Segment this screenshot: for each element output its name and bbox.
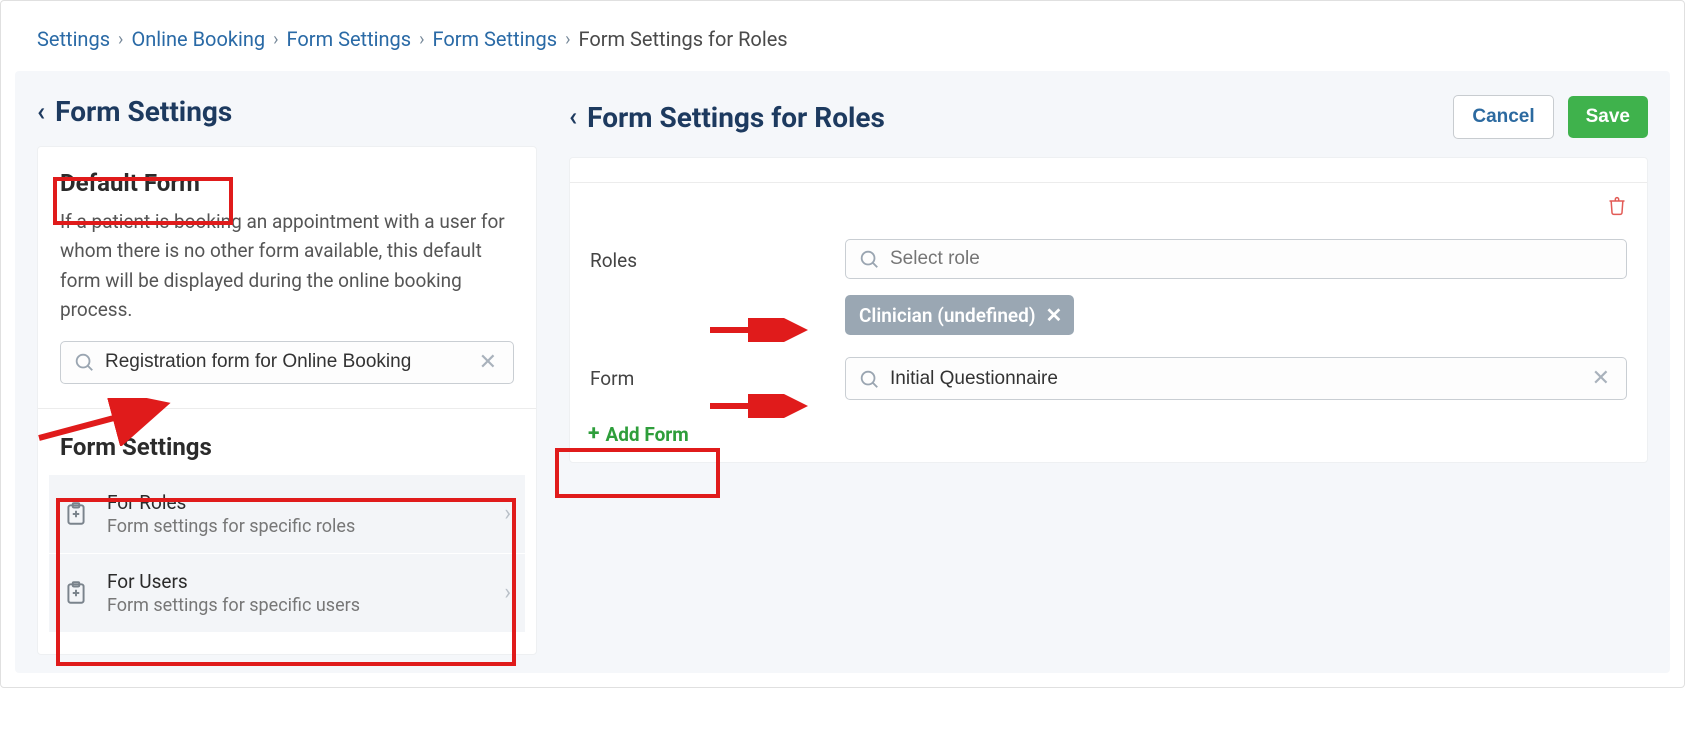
form-field: Form ✕ (590, 357, 1627, 400)
breadcrumb-current: Form Settings for Roles (578, 27, 787, 51)
nav-item-for-users[interactable]: For Users Form settings for specific use… (49, 554, 525, 632)
left-panel: Default Form If a patient is booking an … (37, 146, 537, 655)
default-form-description: If a patient is booking an appointment w… (60, 207, 514, 325)
form-settings-subheading: Form Settings (60, 433, 212, 461)
nav-item-for-roles[interactable]: For Roles Form settings for specific rol… (49, 475, 525, 554)
roles-field: Roles Clinician (undefined) ✕ (590, 239, 1627, 335)
right-panel: Roles Clinician (undefined) ✕ Form (569, 157, 1648, 463)
nav-item-sub: Form settings for specific roles (107, 516, 486, 537)
form-label: Form (590, 357, 845, 390)
nav-item-sub: Form settings for specific users (107, 595, 486, 616)
trash-icon[interactable] (1607, 195, 1627, 217)
roles-select[interactable] (845, 239, 1627, 279)
breadcrumb-link-form-settings-1[interactable]: Form Settings (287, 27, 412, 51)
role-chip-label: Clinician (undefined) (859, 304, 1036, 327)
clear-icon[interactable]: ✕ (1588, 366, 1614, 391)
chevron-left-icon: ‹ (569, 102, 577, 132)
save-button[interactable]: Save (1568, 96, 1648, 138)
plus-icon: + (588, 422, 599, 446)
nav-item-title: For Roles (107, 491, 486, 514)
chevron-left-icon: ‹ (37, 97, 45, 127)
left-column: ‹ Form Settings Default Form If a patien… (37, 95, 537, 655)
chevron-right-icon: › (504, 580, 511, 605)
default-form-input[interactable] (105, 351, 465, 373)
search-icon (858, 248, 880, 270)
content-area: ‹ Form Settings Default Form If a patien… (15, 71, 1670, 673)
add-form-button[interactable]: + Add Form (588, 422, 689, 462)
right-column: ‹ Form Settings for Roles Cancel Save Ro… (569, 95, 1648, 463)
chevron-right-icon: › (565, 29, 570, 50)
chevron-right-icon: › (504, 501, 511, 526)
back-to-roles[interactable]: ‹ Form Settings for Roles (569, 101, 885, 134)
clear-icon[interactable]: ✕ (475, 350, 501, 375)
role-chip-clinician[interactable]: Clinician (undefined) ✕ (845, 295, 1074, 335)
breadcrumb: Settings › Online Booking › Form Setting… (15, 15, 1670, 71)
divider (38, 408, 536, 409)
clipboard-icon (63, 580, 89, 606)
add-form-label: Add Form (605, 423, 688, 446)
chevron-right-icon: › (118, 29, 123, 50)
chevron-right-icon: › (419, 29, 424, 50)
divider (570, 182, 1647, 183)
breadcrumb-link-form-settings-2[interactable]: Form Settings (433, 27, 558, 51)
search-icon (73, 351, 95, 373)
close-icon[interactable]: ✕ (1046, 303, 1063, 327)
page-container: Settings › Online Booking › Form Setting… (0, 0, 1685, 688)
breadcrumb-link-settings[interactable]: Settings (37, 27, 110, 51)
roles-label: Roles (590, 239, 845, 272)
nav-item-title: For Users (107, 570, 486, 593)
chevron-right-icon: › (273, 29, 278, 50)
back-to-form-settings[interactable]: ‹ Form Settings (37, 95, 232, 128)
breadcrumb-link-online-booking[interactable]: Online Booking (131, 27, 265, 51)
cancel-button[interactable]: Cancel (1453, 95, 1553, 139)
left-title: Form Settings (55, 95, 232, 128)
clipboard-icon (63, 501, 89, 527)
default-form-select[interactable]: ✕ (60, 341, 514, 384)
form-input[interactable] (890, 368, 1578, 390)
roles-input[interactable] (890, 248, 1614, 270)
right-title: Form Settings for Roles (587, 101, 885, 134)
search-icon (858, 368, 880, 390)
default-form-heading: Default Form (60, 169, 200, 197)
form-select[interactable]: ✕ (845, 357, 1627, 400)
action-buttons: Cancel Save (1453, 95, 1648, 139)
